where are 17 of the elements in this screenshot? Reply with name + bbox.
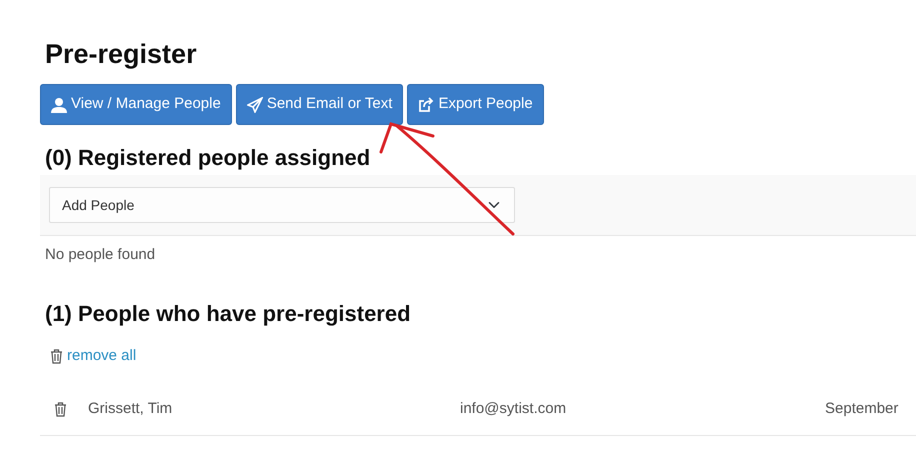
remove-all-link[interactable]: remove all [67,345,136,368]
toolbar-button[interactable]: Export People [407,84,544,125]
user-icon [51,96,67,113]
email-cell-text: info@sytist.com [460,398,568,419]
toolbar-button[interactable]: View / Manage People [40,84,232,125]
trash-icon[interactable] [54,402,67,417]
share-icon [418,96,434,113]
add-people-select[interactable]: Add People [49,187,515,224]
paper-plane-icon [246,96,263,113]
trash-icon[interactable] [50,348,63,364]
section-heading: (0) Registered people assigned [45,144,372,172]
page-title: Pre-register [45,38,198,70]
date-cell-text: September [825,398,898,419]
section-heading: (1) People who have pre-registered [45,300,412,328]
toolbar-button[interactable]: Send Email or Text [236,84,404,125]
name-cell-text: Grissett, Tim [88,398,174,419]
empty-message: No people found [45,245,156,266]
